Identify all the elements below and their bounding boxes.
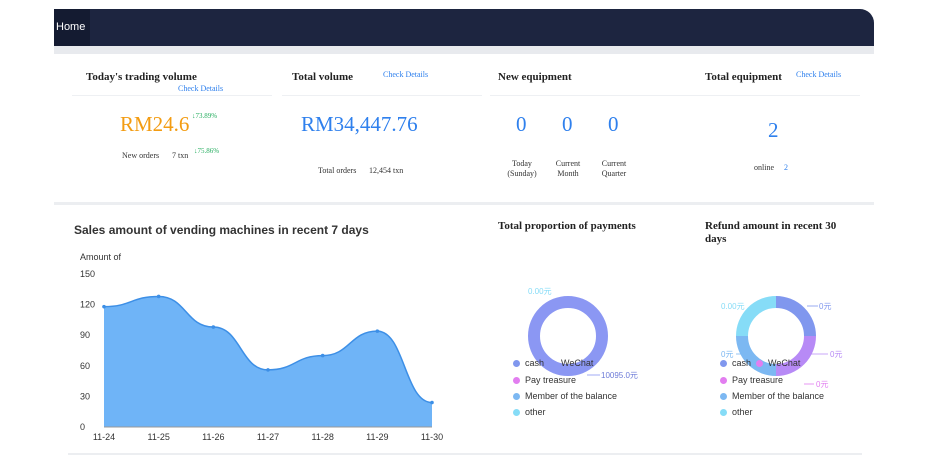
sales-y-tick-label: 30: [80, 391, 90, 401]
sales-x-tick-label: 11-24: [93, 432, 115, 442]
sales-data-point[interactable]: [375, 329, 380, 333]
legend-swatch: [720, 393, 727, 400]
sales-data-point[interactable]: [320, 353, 325, 358]
total-volume-amount: RM34,447.76: [301, 112, 418, 136]
new-equipment-today-label: Today (Sunday): [507, 159, 537, 178]
legend-swatch: [720, 409, 727, 416]
payments-label-wechat: 10095.0元: [601, 371, 638, 380]
tab-home[interactable]: Home: [54, 9, 90, 46]
section-separator: [54, 202, 874, 205]
sales-y-tick-label: 90: [80, 330, 90, 340]
today-amount-change: ↓73.89%: [192, 112, 218, 120]
payments-legend-other[interactable]: other: [513, 407, 546, 417]
refund-label-cash: 0元: [819, 302, 831, 311]
refund-label-wechat: 0元: [830, 350, 842, 359]
card-divider: [72, 95, 272, 96]
sales-x-tick-label: 11-25: [147, 432, 169, 442]
payments-donut-chart: 0.00元 10095.0元: [528, 287, 638, 380]
total-equipment-check-details-link[interactable]: Check Details: [796, 70, 841, 79]
tab-strip: [54, 46, 874, 54]
refund-donut-chart: 0.00元 0元 0元 0元 0元: [721, 296, 842, 389]
total-orders-label: Total orders: [318, 166, 357, 175]
card-divider: [282, 95, 482, 96]
refund-label-other: 0.00元: [721, 302, 745, 311]
payments-label-zero: 0.00元: [528, 287, 552, 296]
total-equipment-value: 2: [768, 118, 779, 142]
legend-swatch: [756, 360, 763, 367]
new-equipment-month-value: 0: [562, 112, 573, 136]
refund-segment-other: [736, 296, 777, 337]
dashboard-window: Home Today's trading volume Check Detail…: [54, 9, 874, 464]
refund-legend-other[interactable]: other: [720, 407, 753, 417]
today-orders-value: 7 txn: [172, 151, 189, 160]
top-nav-bar: Home: [54, 9, 874, 46]
new-equipment-quarter-value: 0: [608, 112, 619, 136]
today-trading-title: Today's trading volume: [86, 71, 197, 83]
sales-area-fill: [104, 296, 432, 427]
new-equipment-quarter-label: Current Quarter: [601, 159, 627, 178]
legend-swatch: [720, 377, 727, 384]
bottom-separator: [68, 453, 862, 455]
today-orders-change: ↓75.86%: [194, 147, 220, 155]
online-value: 2: [784, 163, 788, 172]
payments-legend-cash[interactable]: cash: [513, 358, 544, 368]
refund-legend-cash[interactable]: cash: [720, 358, 751, 368]
refund-legend-wechat[interactable]: WeChat: [756, 358, 800, 368]
sales-y-tick-label: 0: [80, 422, 85, 432]
legend-swatch: [513, 360, 520, 367]
legend-swatch: [513, 409, 520, 416]
sales-x-tick-label: 11-27: [257, 432, 279, 442]
payments-chart-title: Total proportion of payments: [498, 220, 636, 232]
sales-y-tick-label: 120: [80, 300, 95, 310]
today-check-details-link[interactable]: Check Details: [178, 84, 223, 93]
total-volume-check-details-link[interactable]: Check Details: [383, 70, 428, 79]
legend-swatch: [720, 360, 727, 367]
sales-data-point[interactable]: [211, 325, 216, 329]
total-equipment-title: Total equipment: [705, 71, 782, 83]
sales-y-tick-label: 150: [80, 269, 95, 279]
new-equipment-title: New equipment: [498, 71, 572, 83]
sales-y-axis-label: Amount of: [80, 252, 122, 262]
sales-chart-title: Sales amount of vending machines in rece…: [74, 223, 369, 237]
sales-data-point[interactable]: [102, 304, 106, 309]
payments-legend-pay-treasure[interactable]: Pay treasure: [513, 375, 576, 385]
payments-legend-member-balance[interactable]: Member of the balance: [513, 391, 617, 401]
total-volume-title: Total volume: [292, 71, 354, 83]
refund-legend-member-balance[interactable]: Member of the balance: [720, 391, 824, 401]
sales-area-chart: Amount of 0 30 60 90 120 150 11-24 11-25 11-26 1…: [80, 252, 443, 442]
sales-data-point[interactable]: [156, 294, 161, 299]
new-equipment-today-value: 0: [516, 112, 527, 136]
sales-x-tick-label: 11-30: [421, 432, 443, 442]
card-divider: [690, 95, 860, 96]
online-label: online: [754, 163, 774, 172]
legend-swatch: [549, 360, 556, 367]
refund-legend-pay-treasure[interactable]: Pay treasure: [720, 375, 783, 385]
sales-x-tick-label: 11-28: [311, 432, 333, 442]
sales-data-point[interactable]: [266, 368, 270, 372]
refund-segment-cash: [775, 296, 816, 337]
legend-swatch: [513, 377, 520, 384]
sales-y-tick-label: 60: [80, 361, 90, 371]
today-amount: RM24.6: [120, 112, 190, 136]
refund-label-pay-treasure: 0元: [816, 380, 828, 389]
total-orders-value: 12,454 txn: [369, 166, 404, 175]
payments-legend-wechat[interactable]: WeChat: [549, 358, 593, 368]
sales-x-tick-label: 11-26: [202, 432, 224, 442]
sales-data-point[interactable]: [430, 400, 434, 405]
card-divider: [490, 95, 690, 96]
refund-chart-title: Refund amount in recent 30 days: [705, 220, 837, 245]
legend-swatch: [513, 393, 520, 400]
sales-x-tick-label: 11-29: [366, 432, 388, 442]
new-equipment-month-label: Current Month: [555, 159, 581, 178]
today-orders-label: New orders: [122, 151, 160, 160]
